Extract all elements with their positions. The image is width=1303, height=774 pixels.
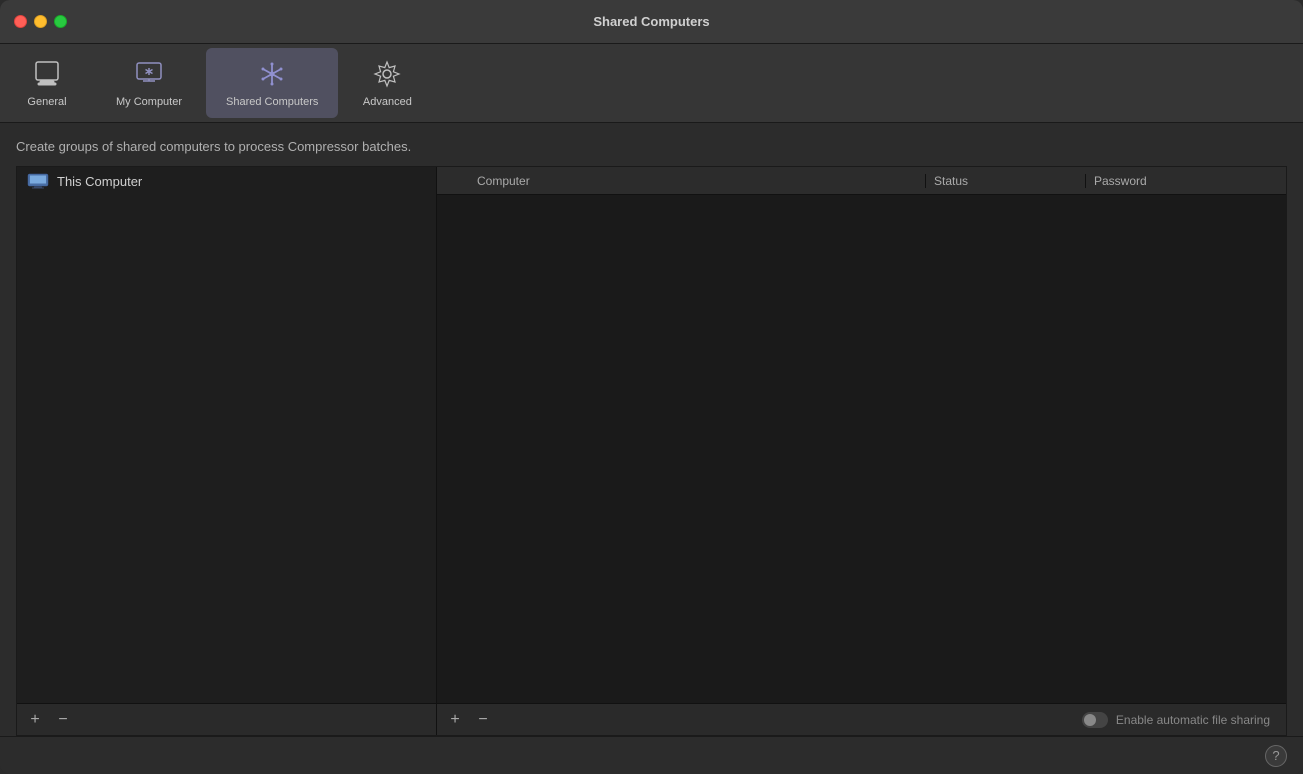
tab-general-label: General (27, 96, 66, 108)
add-computer-button[interactable]: + (445, 710, 465, 730)
col-header-status: Status (926, 174, 1086, 188)
auto-share-label: Enable automatic file sharing (1116, 713, 1270, 727)
table-body (437, 195, 1286, 703)
group-label: This Computer (57, 174, 142, 189)
auto-share-toggle[interactable] (1082, 712, 1108, 728)
right-panel-bottom-bar: + − Enable automatic file sharing (437, 703, 1286, 735)
list-item[interactable]: This Computer (17, 167, 436, 195)
tab-shared-computers-label: Shared Computers (226, 96, 318, 108)
window: Shared Computers General (0, 0, 1303, 774)
col-header-computer: Computer (469, 174, 926, 188)
tab-advanced[interactable]: Advanced (342, 48, 432, 118)
window-title: Shared Computers (593, 14, 709, 29)
advanced-icon (369, 56, 405, 92)
close-button[interactable] (14, 15, 27, 28)
my-computer-icon (131, 56, 167, 92)
toolbar: General My Computer (0, 44, 1303, 123)
maximize-button[interactable] (54, 15, 67, 28)
add-group-button[interactable]: + (25, 710, 45, 730)
panels: This Computer + − Computer Status Passwo… (16, 166, 1287, 736)
table-header: Computer Status Password (437, 167, 1286, 195)
shared-computers-icon (254, 56, 290, 92)
tab-my-computer[interactable]: My Computer (96, 48, 202, 118)
footer: ? (0, 736, 1303, 774)
tab-general[interactable]: General (2, 48, 92, 118)
remove-group-button[interactable]: − (53, 710, 73, 730)
col-header-password: Password (1086, 174, 1286, 188)
groups-list: This Computer (17, 167, 436, 703)
description-text: Create groups of shared computers to pro… (16, 139, 1287, 154)
general-icon (29, 56, 65, 92)
auto-share-section: Enable automatic file sharing (1082, 712, 1270, 728)
help-button[interactable]: ? (1265, 745, 1287, 767)
title-bar: Shared Computers (0, 0, 1303, 44)
tab-advanced-label: Advanced (363, 96, 412, 108)
computer-icon (27, 173, 49, 189)
right-panel: Computer Status Password + − Enable auto… (437, 167, 1286, 735)
tab-my-computer-label: My Computer (116, 96, 182, 108)
content-area: Create groups of shared computers to pro… (0, 123, 1303, 736)
traffic-lights (14, 15, 67, 28)
left-panel: This Computer + − (17, 167, 437, 735)
tab-shared-computers[interactable]: Shared Computers (206, 48, 338, 118)
left-panel-bottom-bar: + − (17, 703, 436, 735)
remove-computer-button[interactable]: − (473, 710, 493, 730)
minimize-button[interactable] (34, 15, 47, 28)
